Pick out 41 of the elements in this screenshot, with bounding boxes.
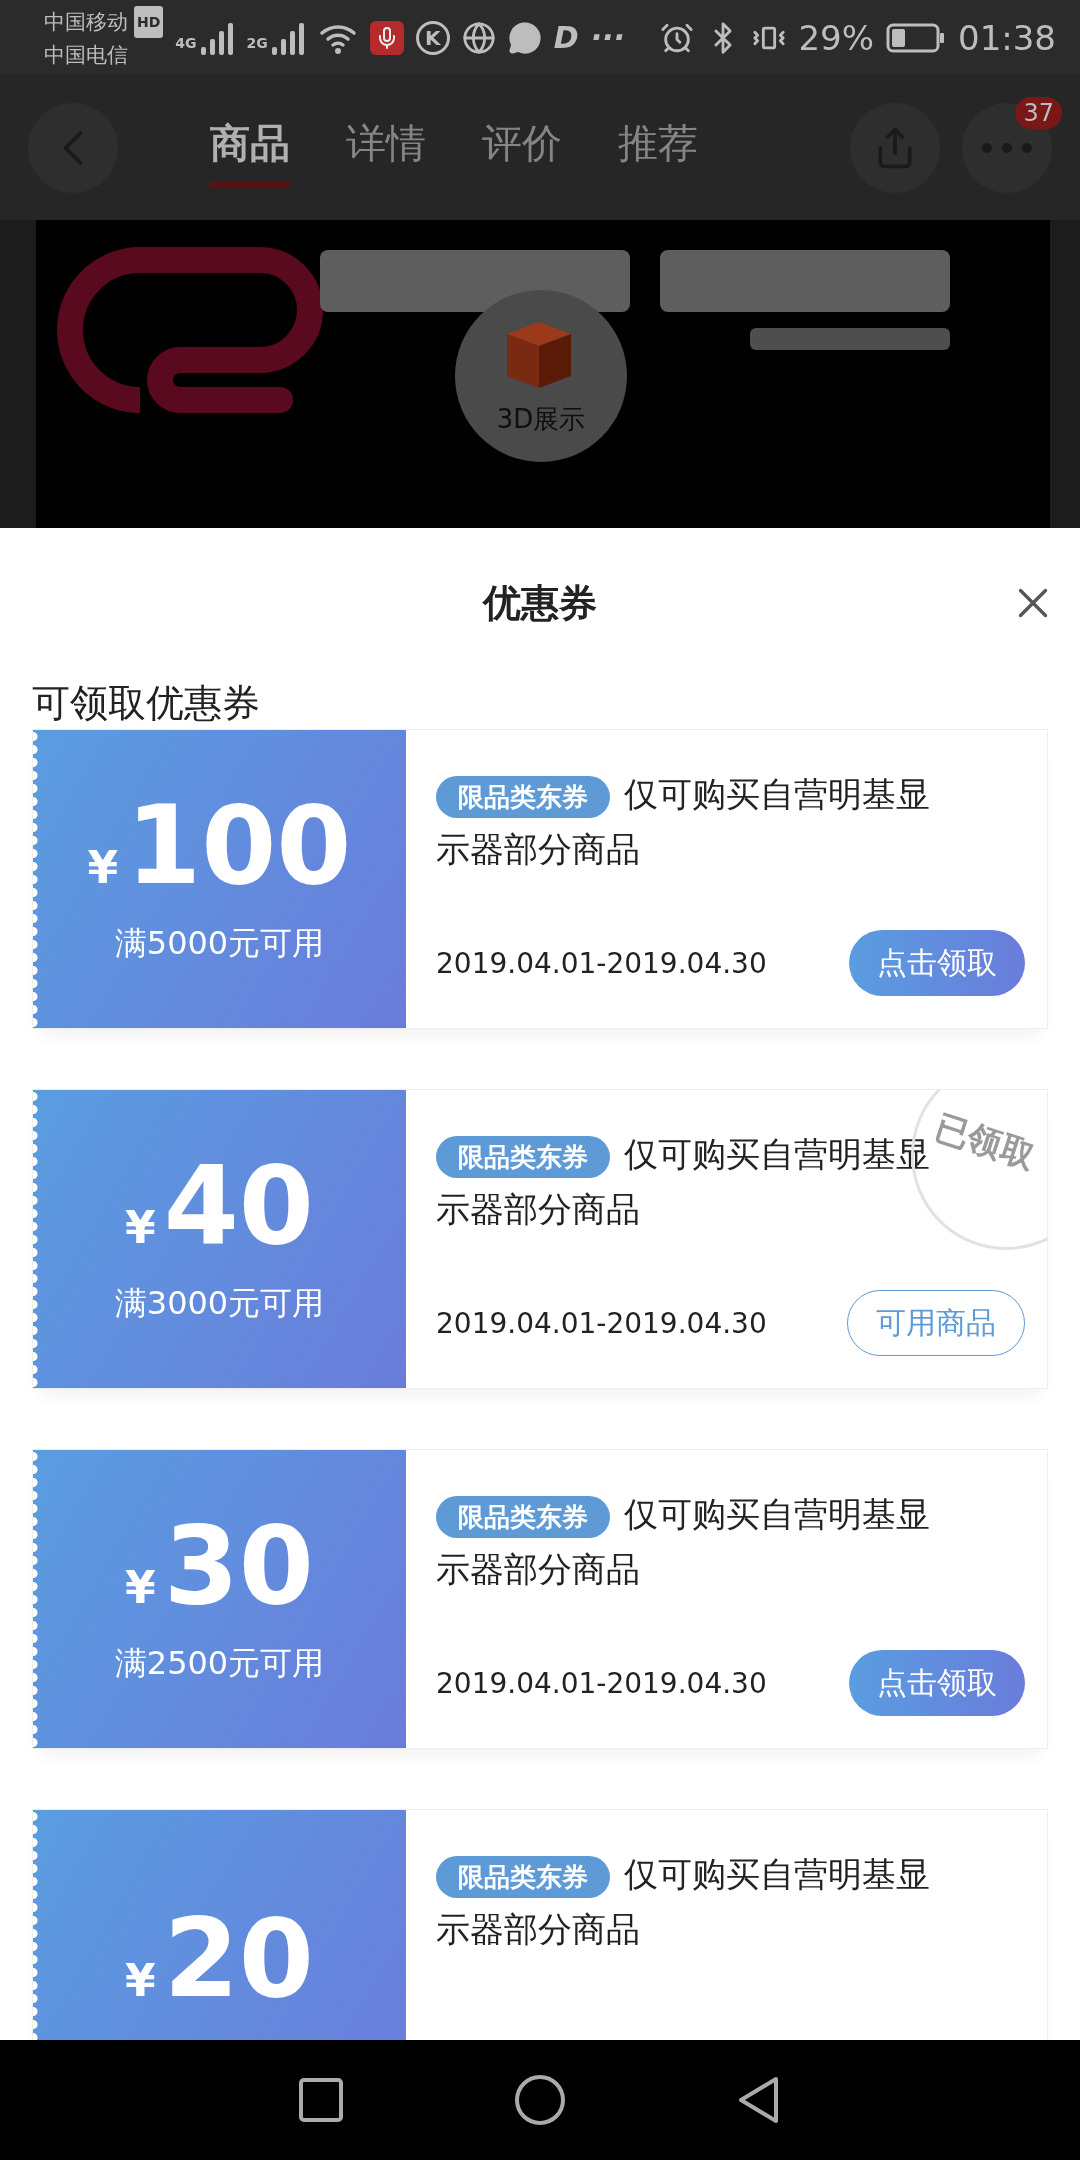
coupon-amount: ¥100 (87, 792, 352, 900)
coupon-condition: 满3000元可用 (114, 1283, 325, 1324)
app-glyph-icon: K (415, 20, 450, 55)
coupon-condition: 满2500元可用 (114, 1643, 325, 1684)
coupon-date-range: 2019.04.01-2019.04.30 (436, 1306, 767, 1340)
hd-badge: HD (134, 5, 164, 38)
signal-icon (269, 20, 306, 55)
signal-icon (198, 20, 235, 55)
usable-products-button[interactable]: 可用商品 (847, 1290, 1025, 1356)
notification-badge: 37 (1015, 96, 1062, 129)
tab[interactable]: 评价 (482, 108, 562, 187)
clock-time: 01:38 (958, 17, 1056, 58)
home-icon[interactable] (514, 2074, 566, 2126)
coupon-description: 限品类东券 仅可购买自营明基显示器部分商品 (436, 1493, 931, 1591)
claim-button[interactable]: 点击领取 (849, 1650, 1025, 1716)
recent-apps-icon[interactable] (298, 2077, 344, 2123)
carrier-name: 中国移动 (44, 8, 128, 36)
coupon-date-range: 2019.04.01-2019.04.30 (436, 1666, 767, 1700)
chat-icon (507, 20, 542, 55)
coupon-date-range: 2019.04.01-2019.04.30 (436, 946, 767, 980)
globe-icon (461, 20, 496, 55)
claim-button[interactable]: 点击领取 (849, 930, 1025, 996)
carrier-name: 中国电信 (44, 41, 129, 69)
battery-icon (886, 22, 946, 53)
tab[interactable]: 推荐 (618, 108, 698, 187)
battery-percent: 29% (798, 17, 874, 58)
microphone-icon (369, 20, 404, 55)
coupon-amount: ¥40 (125, 1152, 314, 1260)
network-type: 2G (246, 34, 268, 51)
coupon-amount: ¥30 (125, 1512, 314, 1620)
tab[interactable]: 商品 (210, 108, 290, 187)
tab[interactable]: 详情 (346, 108, 426, 187)
coupon-description: 限品类东券 仅可购买自营明基显示器部分商品 (436, 1853, 931, 1951)
section-title: 可领取优惠券 (31, 680, 261, 727)
coupon-condition: 满5000元可用 (114, 923, 325, 964)
sheet-title: 优惠券 (483, 579, 597, 627)
status-glyph: ··· (590, 20, 625, 55)
coupon-amount: ¥20 (125, 1905, 314, 2013)
coupon-description: 限品类东券 仅可购买自营明基显示器部分商品 (436, 773, 931, 871)
status-glyph: D (553, 20, 579, 55)
network-type: 4G (175, 34, 197, 51)
